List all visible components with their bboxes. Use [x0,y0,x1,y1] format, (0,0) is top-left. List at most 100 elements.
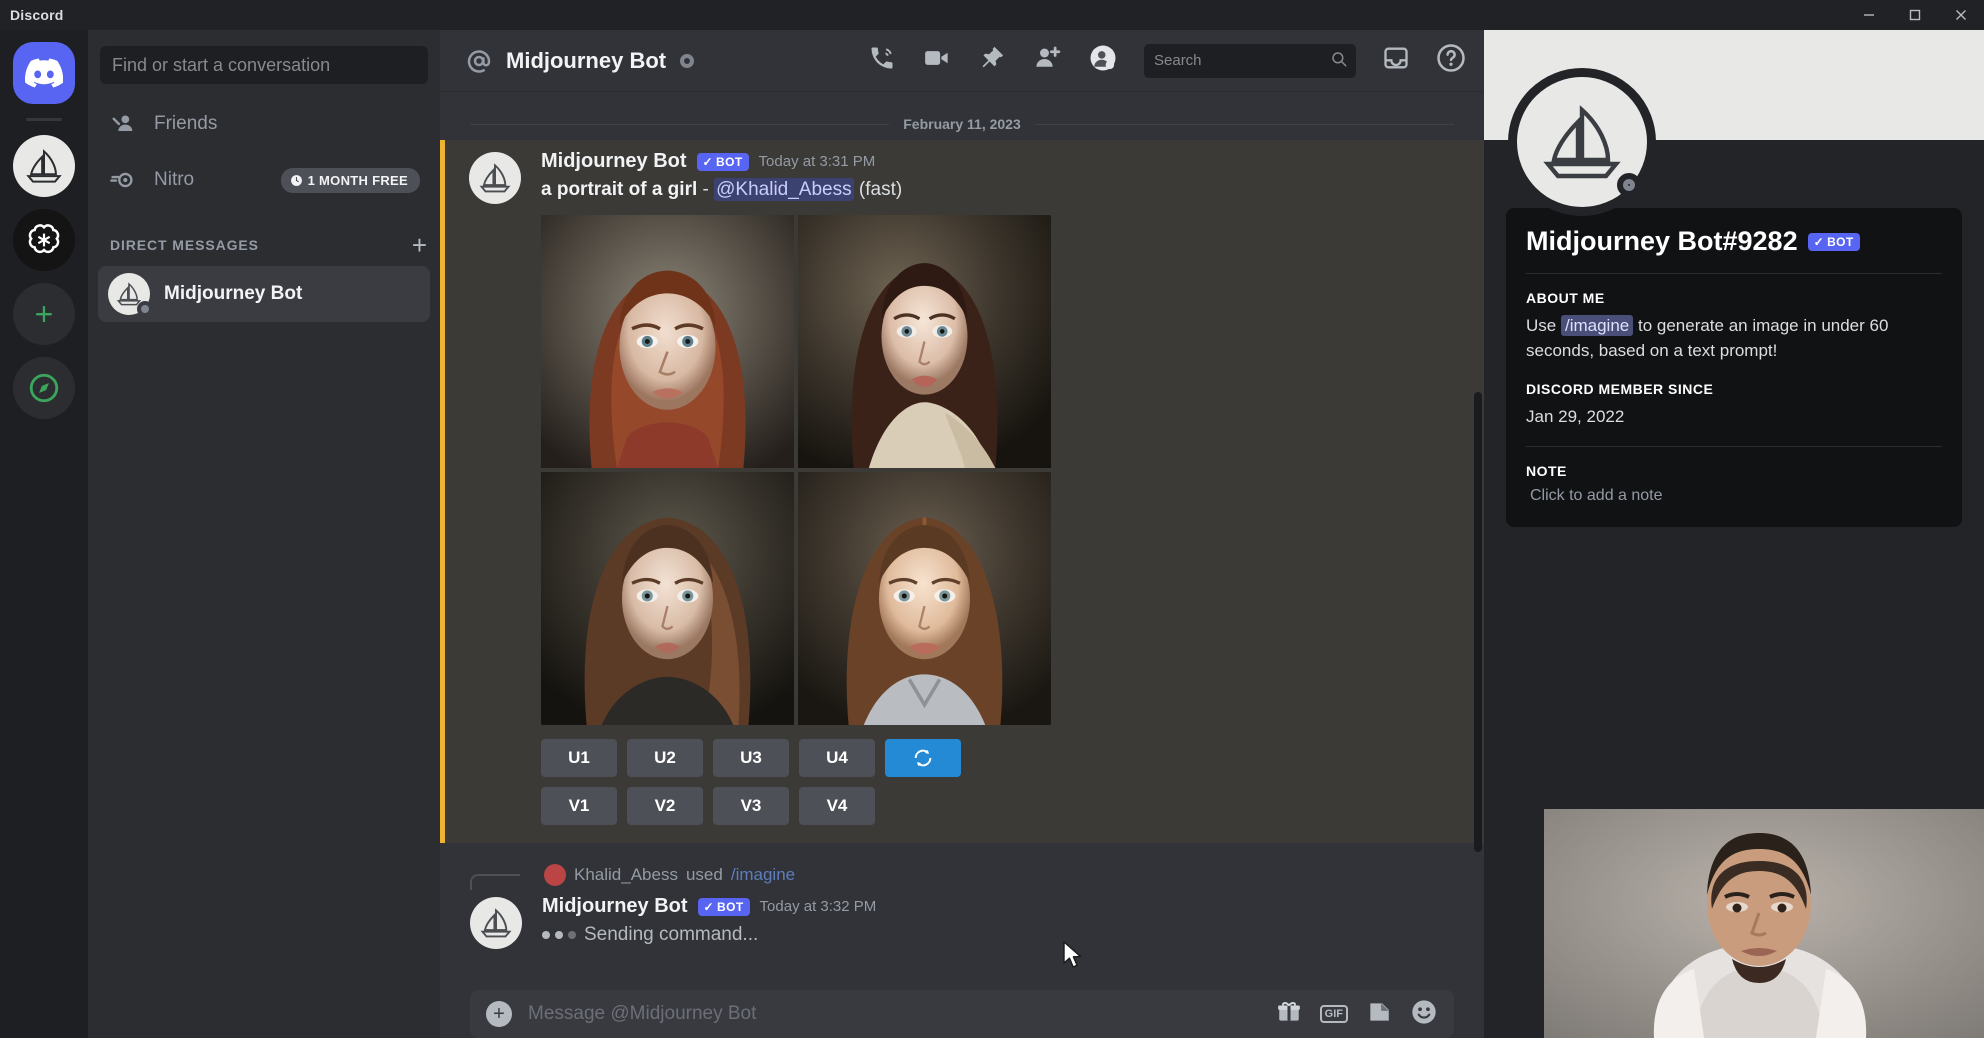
generated-image-1[interactable] [541,215,794,468]
message-author[interactable]: Midjourney Bot [542,895,688,918]
avatar[interactable] [469,152,521,204]
message-body: Midjourney Bot ✓ BOT Today at 3:32 PM [542,895,1454,949]
sidebar-item-midjourney-bot[interactable]: Midjourney Bot [98,266,430,322]
pinned-messages-icon[interactable] [978,44,1006,77]
start-voice-call-icon[interactable] [868,44,896,77]
message-timestamp: Today at 3:31 PM [759,153,876,170]
dm-sidebar: Find or start a conversation Friends [88,30,440,1038]
nitro-badge-label: 1 MONTH FREE [308,173,408,188]
bot-badge-label: BOT [717,900,744,914]
sticker-icon[interactable] [1366,999,1392,1030]
verified-check-icon: ✓ [1814,235,1824,249]
profile-username: Midjourney Bot#9282 [1526,226,1798,257]
status-badge [137,301,153,317]
app-body: + Find or start a conversation [0,30,1984,1038]
help-icon[interactable] [1436,43,1466,78]
search-input[interactable]: Search [1144,44,1356,78]
dm-search-wrapper: Find or start a conversation [88,30,440,94]
avatar[interactable] [470,897,522,949]
message-input[interactable]: + Message @Midjourney Bot GIF [470,990,1454,1038]
variation-button-v3[interactable]: V3 [713,787,789,825]
search-input[interactable]: Find or start a conversation [100,46,428,84]
dm-section-header: DIRECT MESSAGES + [88,210,440,266]
upscale-button-u4[interactable]: U4 [799,739,875,777]
message-scrollbar[interactable] [1474,392,1482,852]
title-bar: Discord [0,0,1984,30]
variation-button-v4[interactable]: V4 [799,787,875,825]
prompt-text: a portrait of a girl [541,179,697,200]
sidebar-item-openai-server[interactable] [13,209,75,271]
window-controls [1846,0,1984,30]
sidebar-item-label-nitro: Nitro [154,169,194,191]
at-sign-icon [464,46,494,76]
command-verb: used [686,865,723,885]
member-since-header: DISCORD MEMBER SINCE [1526,381,1942,397]
sailboat-icon [22,144,66,188]
nitro-icon [108,165,138,195]
profile-avatar-wrapper [1484,140,1984,190]
generated-image-2[interactable] [798,215,1051,468]
sidebar-item-explore-servers[interactable] [13,357,75,419]
user-mention[interactable]: @Khalid_Abess [714,178,853,201]
sidebar-item-nitro[interactable]: Nitro 1 MONTH FREE [98,154,430,206]
webcam-overlay [1544,809,1984,1038]
maximize-icon[interactable] [1892,0,1938,30]
command-user[interactable]: Khalid_Abess [574,865,678,885]
gift-icon[interactable] [1276,999,1302,1030]
sidebar-item-midjourney-server[interactable] [13,135,75,197]
plus-icon: + [35,298,54,330]
note-input[interactable]: Click to add a note [1526,487,1942,505]
emoji-icon[interactable] [1410,998,1438,1031]
generated-image-4[interactable] [798,472,1051,725]
message-input-placeholder: Message @Midjourney Bot [528,1003,756,1025]
upload-file-icon[interactable]: + [486,1001,512,1027]
page-title: Midjourney Bot [506,48,666,74]
chat-column: Midjourney Bot [440,30,1484,1038]
close-icon[interactable] [1938,0,1984,30]
gif-icon[interactable]: GIF [1320,1005,1348,1023]
sidebar-item-add-server[interactable]: + [13,283,75,345]
generation-mode: (fast) [859,179,902,200]
message-content: Sending command... [542,924,1454,946]
date-divider: February 11, 2023 [440,92,1484,140]
message-body: Midjourney Bot ✓ BOT Today at 3:31 PM a … [541,150,1454,825]
discord-logo-icon [25,58,63,88]
command-name[interactable]: /imagine [731,865,795,885]
reroll-button[interactable] [885,739,961,777]
sailboat-icon [476,159,514,197]
server-rail: + [0,30,88,1038]
upscale-button-row: U1 U2 U3 U4 [541,739,1051,777]
minimize-icon[interactable] [1846,0,1892,30]
avatar[interactable] [1508,68,1656,216]
pending-message-group: Khalid_Abess used /imagine [440,843,1484,949]
generated-image-grid[interactable] [541,215,1051,725]
variation-button-v2[interactable]: V2 [627,787,703,825]
command-reply-header: Khalid_Abess used /imagine [470,861,1454,889]
nitro-promo-badge[interactable]: 1 MONTH FREE [281,168,420,193]
about-me-text: Use /imagine to generate an image in und… [1526,314,1942,363]
sidebar-item-friends[interactable]: Friends [98,98,430,150]
start-video-call-icon[interactable] [922,43,952,78]
profile-card: Midjourney Bot#9282 ✓ BOT ABOUT ME Use /… [1506,208,1962,527]
user-profile-icon[interactable] [1088,43,1118,78]
status-badge [1617,173,1641,197]
generated-image-3[interactable] [541,472,794,725]
action-buttons: U1 U2 U3 U4 [541,739,1051,825]
message-list[interactable]: February 11, 2023 [440,92,1484,980]
add-friends-to-dm-icon[interactable] [1032,43,1062,78]
app-title: Discord [10,7,64,23]
clock-icon [290,174,303,187]
command-reply-text: Khalid_Abess used /imagine [544,864,795,886]
search-icon [1330,50,1348,72]
upscale-button-u2[interactable]: U2 [627,739,703,777]
sidebar-item-discord-home[interactable] [13,42,75,104]
inbox-icon[interactable] [1382,44,1410,77]
variation-button-v1[interactable]: V1 [541,787,617,825]
message-author[interactable]: Midjourney Bot [541,150,687,173]
upscale-button-u3[interactable]: U3 [713,739,789,777]
message-header: Midjourney Bot ✓ BOT Today at 3:32 PM [542,895,1454,918]
about-me-header: ABOUT ME [1526,290,1942,306]
openai-logo-icon [24,220,64,260]
upscale-button-u1[interactable]: U1 [541,739,617,777]
create-dm-icon[interactable]: + [412,232,428,258]
